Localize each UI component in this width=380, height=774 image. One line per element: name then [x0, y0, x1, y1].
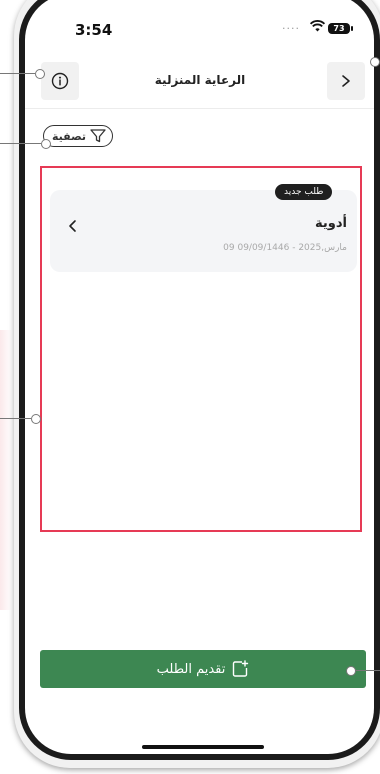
callout-dot-list — [31, 414, 41, 424]
info-button[interactable] — [41, 62, 79, 100]
status-time: 3:54 — [75, 21, 113, 39]
filter-label: تصفية — [52, 129, 87, 143]
header-divider — [25, 108, 374, 109]
filter-button[interactable]: تصفية — [43, 125, 114, 147]
callout-line-list — [0, 418, 31, 419]
home-indicator — [142, 745, 264, 749]
callout-dot-submit — [346, 666, 356, 676]
request-date: 09 مارس,2025 - 09/09/1446 — [223, 243, 347, 253]
callout-dot-filter — [41, 139, 51, 149]
page-title: الرعاية المنزلية — [154, 73, 246, 87]
wifi-icon — [310, 20, 325, 32]
app-screen: 3:54 ···· 73 الرعاية المنزلية تصفية طلب … — [25, 0, 374, 754]
submit-label: تقديم الطلب — [156, 661, 226, 677]
info-icon — [51, 72, 69, 90]
filter-icon — [90, 129, 106, 143]
signal-icon: ···· — [282, 22, 300, 35]
request-card[interactable] — [50, 190, 357, 272]
callout-line-filter — [0, 143, 41, 144]
chevron-left-icon[interactable] — [67, 219, 79, 233]
battery-cap — [351, 26, 353, 31]
callout-line-submit — [354, 670, 380, 671]
submit-request-button[interactable]: تقديم الطلب — [40, 650, 366, 688]
add-document-icon — [233, 660, 249, 677]
battery-indicator: 73 — [328, 23, 350, 34]
chevron-right-icon — [342, 75, 350, 87]
background-tint — [0, 330, 12, 610]
callout-dot-back — [370, 57, 380, 67]
status-badge: طلب جديد — [275, 184, 333, 200]
request-title: أدوية — [315, 216, 347, 231]
back-button[interactable] — [327, 62, 365, 100]
callout-line-info — [0, 73, 35, 74]
callout-dot-info — [35, 69, 45, 79]
